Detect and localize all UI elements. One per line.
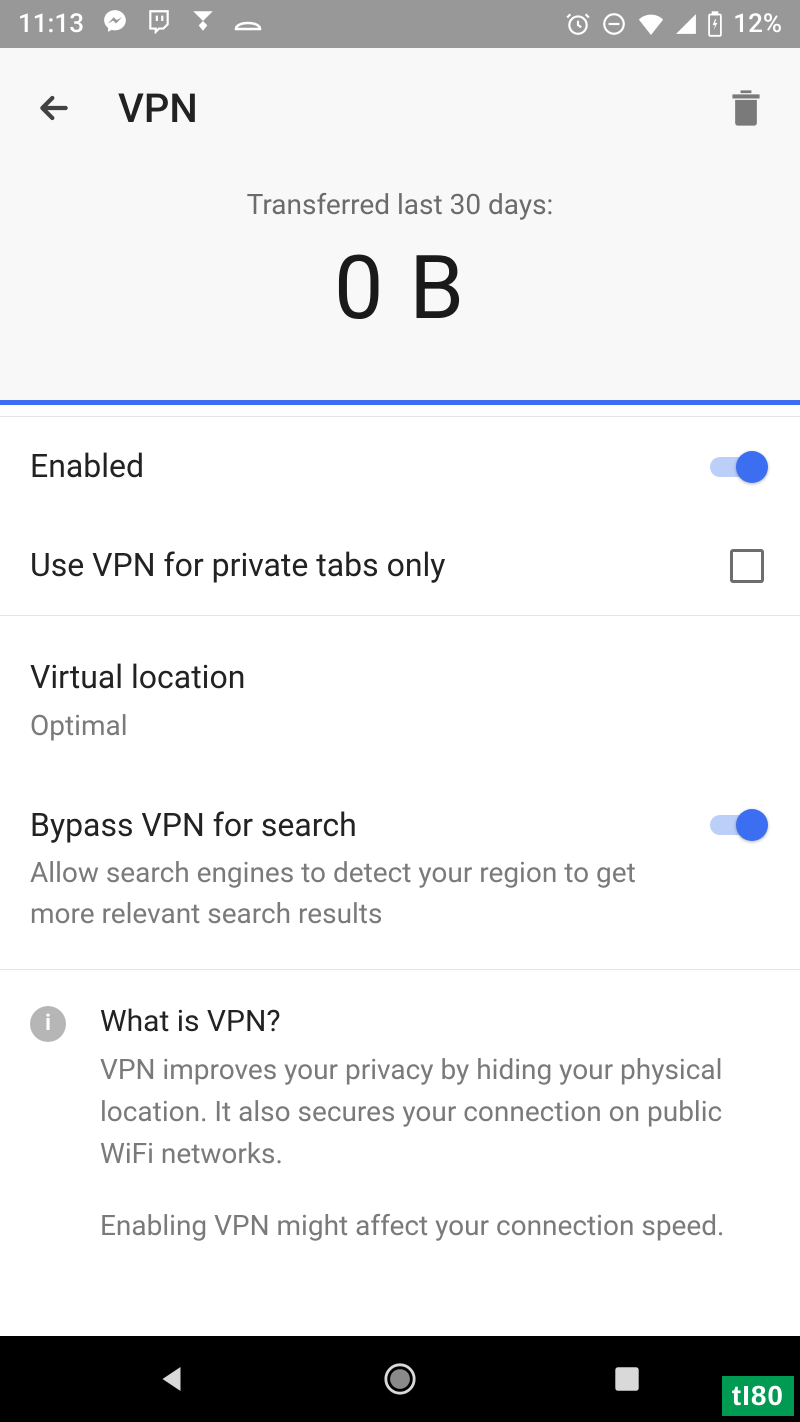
private-tabs-title: Use VPN for private tabs only [30,544,710,587]
private-tabs-checkbox[interactable] [730,549,764,583]
app-header: VPN [0,48,800,168]
dnd-icon [601,11,627,37]
bypass-search-desc: Allow search engines to detect your regi… [30,853,686,934]
enabled-toggle[interactable] [706,448,770,486]
nav-home-button[interactable] [370,1349,430,1409]
bypass-search-toggle[interactable] [706,806,770,844]
status-time: 11:13 [18,9,84,39]
virtual-location-row[interactable]: Virtual location Optimal [0,630,800,772]
info-icon: i [30,1006,66,1042]
page-title: VPN [118,85,722,132]
info-paragraph-2: Enabling VPN might affect your connectio… [100,1205,770,1247]
enabled-title: Enabled [30,445,686,488]
info-heading: What is VPN? [100,1004,770,1039]
data-usage-hero: Transferred last 30 days: 0 B [0,168,800,400]
data-usage-label: Transferred last 30 days: [0,188,800,221]
info-section: i What is VPN? VPN improves your privacy… [0,970,800,1277]
virtual-location-value: Optimal [30,706,750,747]
battery-icon [707,11,723,37]
virtual-location-title: Virtual location [30,656,750,699]
info-paragraph-1: VPN improves your privacy by hiding your… [100,1049,770,1175]
settings-section-2: Virtual location Optimal Bypass VPN for … [0,616,800,968]
delete-button[interactable] [722,84,770,132]
messenger-icon [102,8,128,41]
private-tabs-row[interactable]: Use VPN for private tabs only [0,516,800,615]
back-button[interactable] [30,84,78,132]
wifi-icon [637,13,665,35]
settings-section-1: Enabled Use VPN for private tabs only [0,417,800,615]
checkmark-app-icon [190,8,216,41]
system-navbar [0,1336,800,1422]
bypass-search-title: Bypass VPN for search [30,804,686,847]
nav-recents-button[interactable] [597,1349,657,1409]
bypass-search-row[interactable]: Bypass VPN for search Allow search engin… [0,772,800,968]
info-row: i What is VPN? VPN improves your privacy… [0,970,800,1277]
enabled-row[interactable]: Enabled [0,417,800,516]
status-right: 12% [565,9,782,39]
divider [0,405,800,417]
data-usage-value: 0 B [0,237,800,340]
twitch-icon [146,8,172,41]
watermark: tI80 [722,1376,794,1416]
dome-icon [234,9,262,39]
alarm-icon [565,11,591,37]
status-bar: 11:13 12% [0,0,800,48]
status-left: 11:13 [18,8,262,41]
battery-text: 12% [733,9,782,39]
signal-icon [675,13,697,35]
nav-back-button[interactable] [143,1349,203,1409]
